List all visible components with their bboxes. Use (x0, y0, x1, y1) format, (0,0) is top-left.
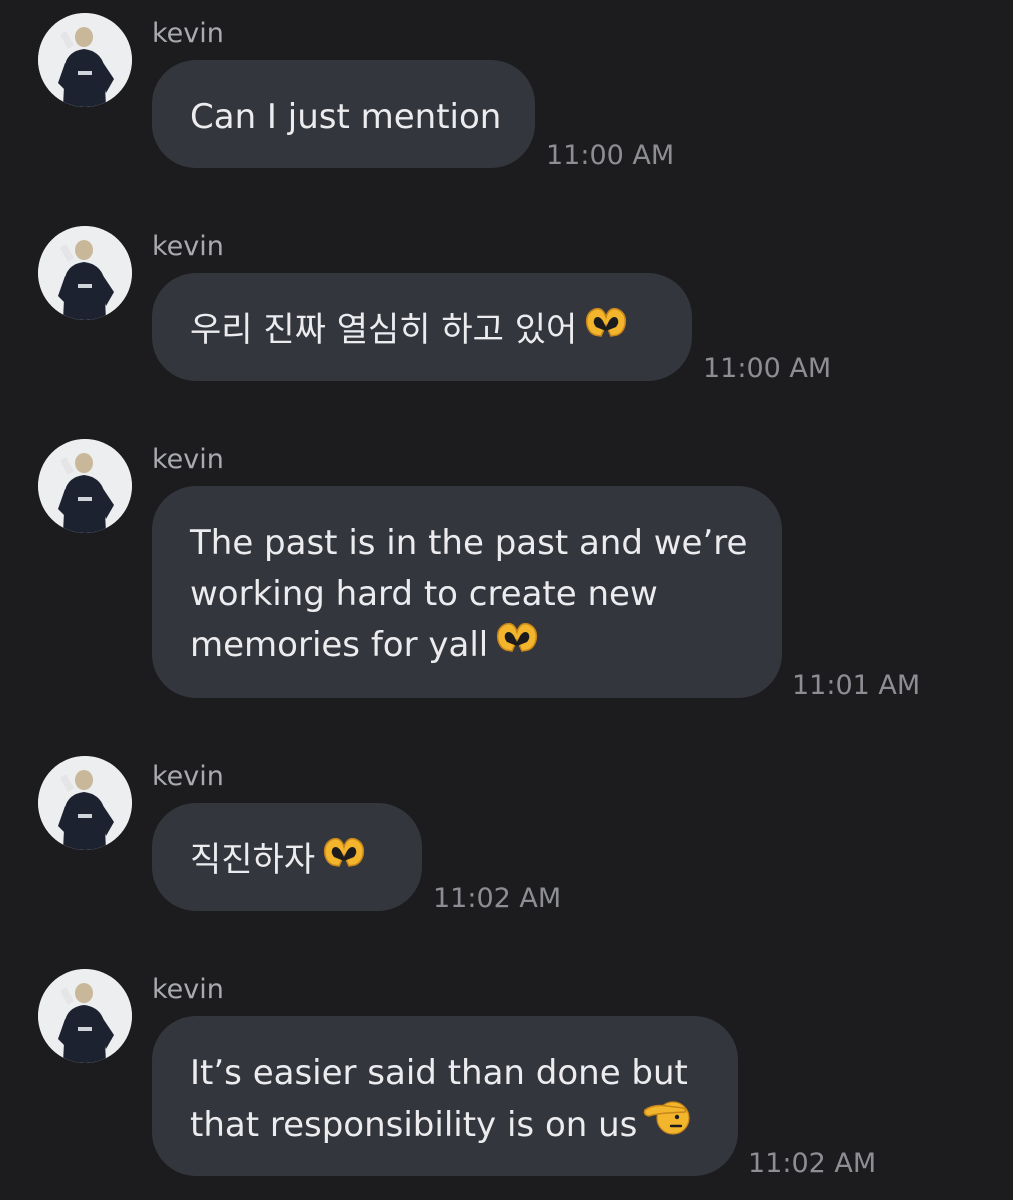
heart-hands-icon (583, 303, 629, 354)
avatar-image (38, 969, 132, 1063)
message-text: 우리 진짜 열심히 하고 있어 (190, 310, 578, 350)
avatar-image (38, 13, 132, 107)
message-bubble[interactable]: 직진하자 (152, 803, 422, 911)
message-text-line: memories for yall (190, 620, 744, 672)
message-text: working hard to create new (190, 574, 658, 614)
message-bubble[interactable]: It’s easier said than done but that resp… (152, 1016, 738, 1176)
timestamp: 11:02 AM (748, 1148, 877, 1179)
avatar-image (38, 439, 132, 533)
avatar[interactable] (38, 756, 132, 850)
sender-name: kevin (152, 974, 224, 1005)
heart-hands-icon (321, 833, 367, 884)
avatar[interactable] (38, 13, 132, 107)
message-text: memories for yall (190, 625, 489, 665)
message-text-line: that responsibility is on us (190, 1099, 700, 1154)
avatar-image (38, 756, 132, 850)
sender-name: kevin (152, 231, 224, 262)
timestamp: 11:00 AM (546, 140, 675, 171)
timestamp: 11:01 AM (792, 670, 921, 701)
heart-hands-icon (494, 618, 540, 669)
message-text: that responsibility is on us (190, 1105, 638, 1145)
message-text-line: 우리 진짜 열심히 하고 있어 (190, 305, 654, 357)
avatar[interactable] (38, 969, 132, 1063)
sender-name: kevin (152, 761, 224, 792)
sender-name: kevin (152, 444, 224, 475)
message-bubble[interactable]: 우리 진짜 열심히 하고 있어 (152, 273, 692, 381)
avatar[interactable] (38, 226, 132, 320)
timestamp: 11:00 AM (703, 353, 832, 384)
avatar[interactable] (38, 439, 132, 533)
message-text: 직진하자 (190, 840, 316, 880)
message-text: The past is in the past and we’re (190, 523, 748, 563)
sender-name: kevin (152, 18, 224, 49)
message-text-line: 직진하자 (190, 835, 384, 887)
message-bubble[interactable]: The past is in the past and we’re workin… (152, 486, 782, 698)
message-text: Can I just mention (190, 97, 502, 137)
message-text: It’s easier said than done but (190, 1053, 688, 1093)
message-bubble[interactable]: Can I just mention (152, 60, 535, 168)
saluting-face-icon (643, 1096, 691, 1151)
avatar-image (38, 226, 132, 320)
timestamp: 11:02 AM (433, 883, 562, 914)
